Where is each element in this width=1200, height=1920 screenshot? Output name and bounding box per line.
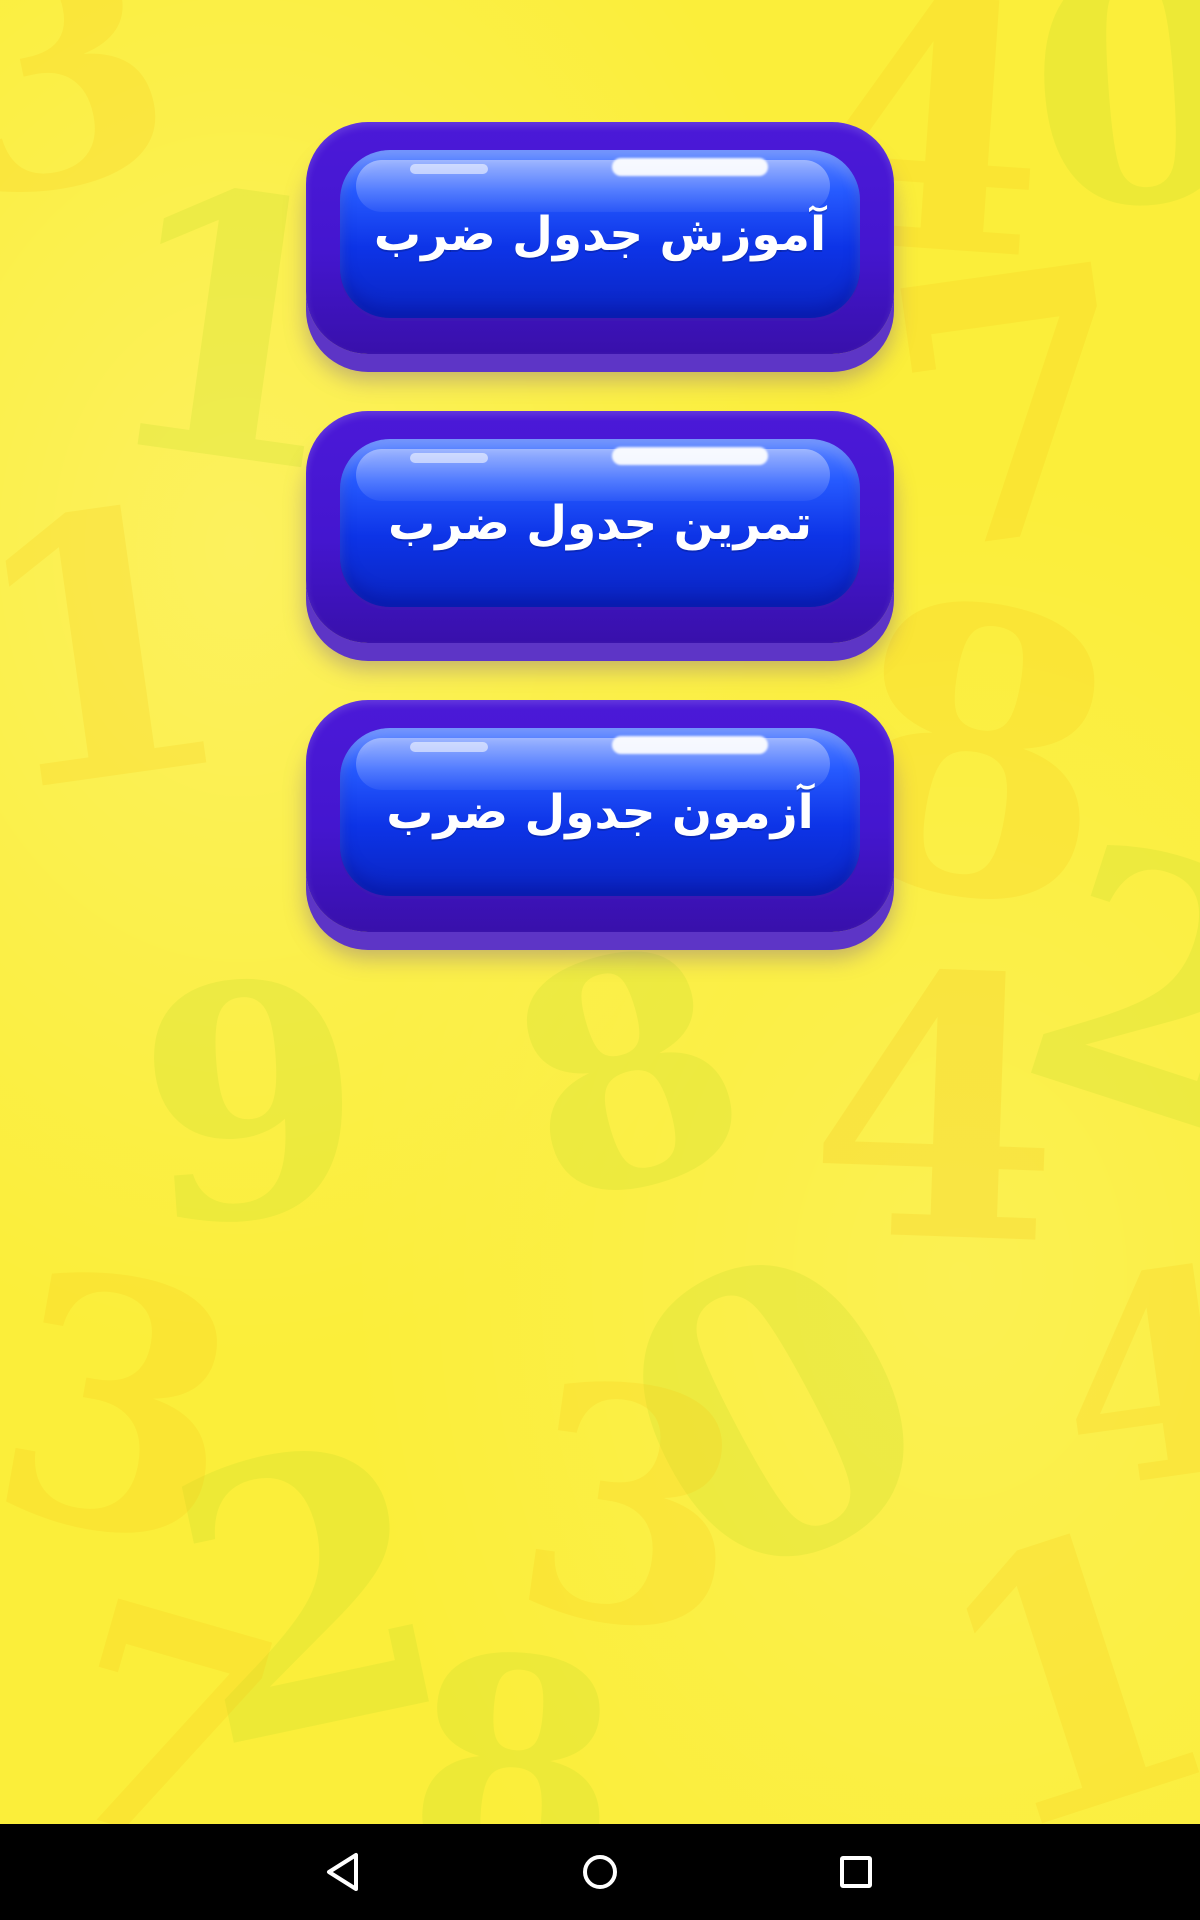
- background-digit: 2: [137, 1355, 480, 1824]
- button-face: آزمون جدول ضرب: [340, 728, 860, 896]
- home-button[interactable]: [570, 1842, 630, 1902]
- recent-square-icon: [840, 1856, 872, 1888]
- background-digit: 1: [890, 1439, 1200, 1824]
- background-digit: 2: [984, 763, 1200, 1216]
- back-triangle-icon: [327, 1853, 358, 1891]
- background-digit: 7: [861, 182, 1169, 637]
- button-face: آموزش جدول ضرب: [340, 150, 860, 318]
- multiplication-table-quiz-button[interactable]: آزمون جدول ضرب: [306, 700, 894, 932]
- background-digit: 4: [1037, 1203, 1200, 1556]
- learn-multiplication-table-button[interactable]: آموزش جدول ضرب: [306, 122, 894, 354]
- background-digit: 4: [802, 893, 1068, 1326]
- button-label: آموزش جدول ضرب: [373, 206, 827, 262]
- background-digit: 1: [0, 422, 254, 877]
- system-navigation-bar: [0, 1824, 1200, 1920]
- button-label: تمرین جدول ضرب: [388, 495, 812, 551]
- back-button[interactable]: [314, 1842, 374, 1902]
- recent-apps-button[interactable]: [826, 1842, 886, 1902]
- background-digit: 9: [127, 909, 376, 1300]
- background-digit: 3: [495, 1308, 768, 1711]
- practice-multiplication-table-button[interactable]: تمرین جدول ضرب: [306, 411, 894, 643]
- background-digit: 0: [1017, 0, 1200, 285]
- app-screen: 3 1 4 0 7 8 9 1 4 0 8 2 3 7 2 3 8 4 1 آم…: [0, 0, 1200, 1824]
- background-digit: 8: [397, 1586, 631, 1824]
- button-label: آزمون جدول ضرب: [386, 784, 814, 840]
- background-digit: 7: [15, 1531, 314, 1824]
- background-digit: 3: [0, 1192, 270, 1627]
- background-digit: 3: [0, 0, 202, 276]
- home-circle-icon: [583, 1855, 617, 1889]
- background-digit: 8: [474, 870, 782, 1280]
- button-face: تمرین جدول ضرب: [340, 439, 860, 607]
- background-digit: 0: [548, 1149, 1004, 1681]
